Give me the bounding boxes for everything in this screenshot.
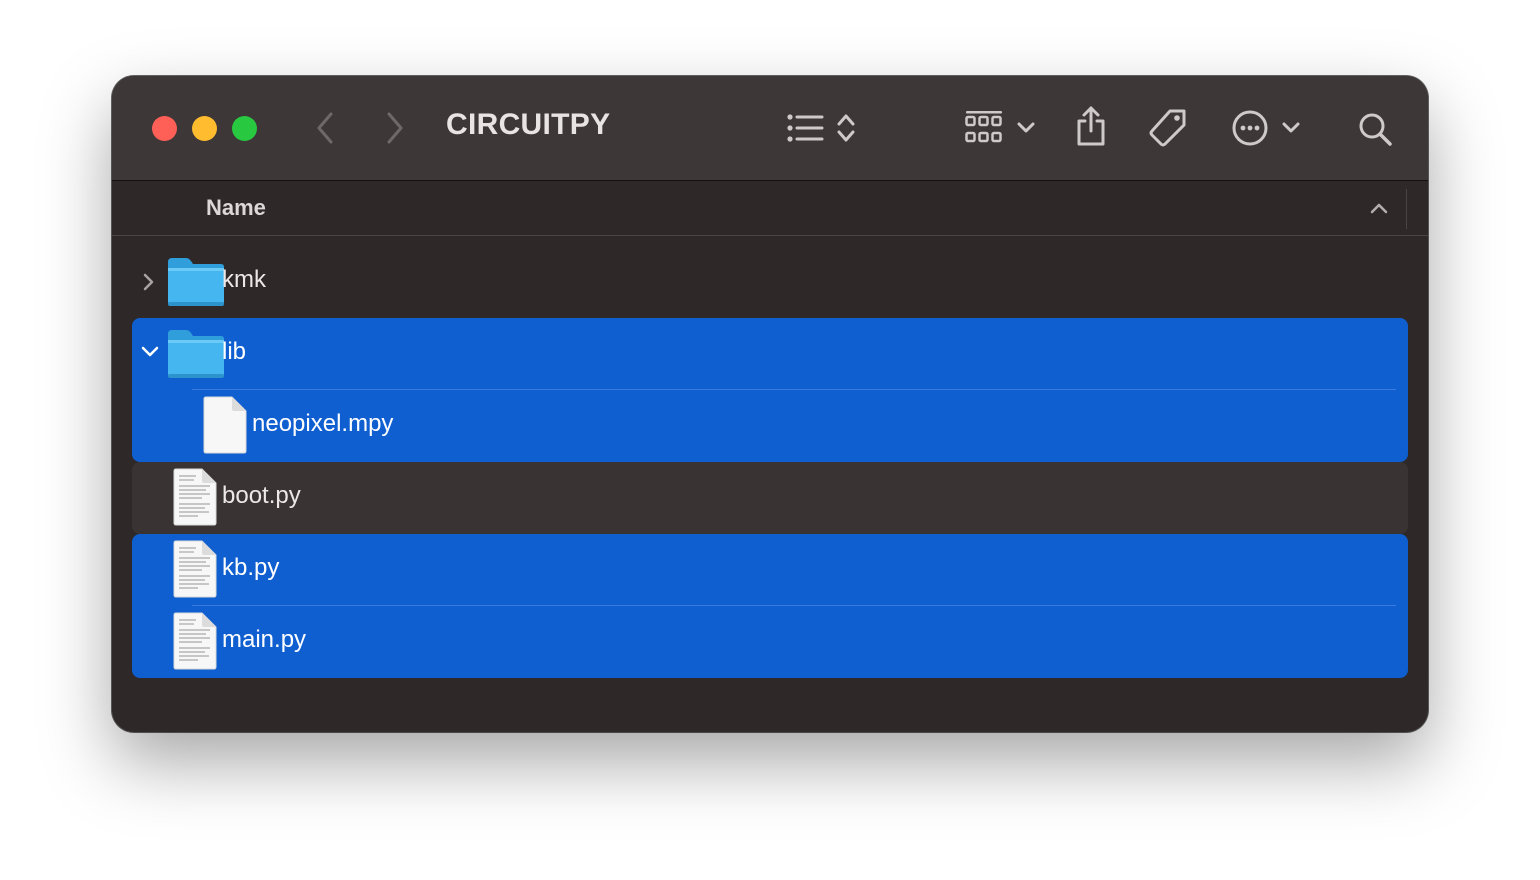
sort-stepper-icon	[837, 114, 855, 142]
document-icon	[202, 396, 248, 459]
share-icon	[1077, 106, 1105, 146]
chevron-down-icon	[1282, 122, 1300, 133]
search-icon	[1359, 113, 1392, 146]
folder-icon	[166, 328, 226, 385]
text-file-icon	[172, 540, 218, 603]
column-header[interactable]: Name	[112, 181, 1428, 236]
list-item-main[interactable]: main.py	[132, 606, 1408, 678]
column-divider[interactable]	[1406, 189, 1407, 229]
more-icon	[1232, 110, 1268, 146]
chevron-right-icon	[387, 112, 403, 144]
group-button[interactable]	[962, 108, 1038, 148]
search-button[interactable]	[1356, 110, 1394, 148]
minimize-window-button[interactable]	[192, 116, 217, 141]
sort-ascending-indicator[interactable]	[1370, 201, 1388, 219]
disclosure-triangle[interactable]	[140, 344, 160, 365]
back-button[interactable]	[310, 110, 340, 146]
text-file-icon	[172, 612, 218, 675]
list-item-kmk[interactable]: kmk	[132, 246, 1408, 318]
chevron-right-icon	[143, 273, 154, 291]
share-button[interactable]	[1072, 104, 1110, 148]
list-item-kb[interactable]: kb.py	[132, 534, 1408, 606]
close-window-button[interactable]	[152, 116, 177, 141]
chevron-up-icon	[1370, 203, 1388, 214]
list-view-icon	[787, 114, 824, 142]
chevron-down-icon	[141, 346, 159, 357]
list-item-boot[interactable]: boot.py	[132, 462, 1408, 534]
tag-button[interactable]	[1146, 106, 1190, 150]
tag-icon	[1149, 109, 1186, 147]
more-actions-button[interactable]	[1230, 108, 1302, 148]
zoom-window-button[interactable]	[232, 116, 257, 141]
disclosure-triangle[interactable]	[140, 272, 156, 297]
grid-group-icon	[965, 111, 1002, 143]
file-name: kmk	[222, 266, 266, 293]
file-name: kb.py	[222, 554, 280, 581]
file-name: neopixel.mpy	[252, 410, 394, 437]
chevron-left-icon	[317, 112, 333, 144]
chevron-down-icon	[1017, 122, 1035, 133]
list-item-neopixel[interactable]: neopixel.mpy	[132, 390, 1408, 462]
name-column-header[interactable]: Name	[206, 195, 266, 221]
toolbar: CIRCUITPY	[112, 76, 1428, 181]
view-mode-button[interactable]	[782, 110, 862, 146]
file-name: boot.py	[222, 482, 301, 509]
finder-window: CIRCUITPY Name kmk lib neopixel.mpy boot…	[112, 76, 1428, 732]
window-title: CIRCUITPY	[446, 108, 611, 141]
forward-button[interactable]	[380, 110, 410, 146]
folder-icon	[166, 256, 226, 313]
list-item-lib[interactable]: lib	[132, 318, 1408, 390]
text-file-icon	[172, 468, 218, 531]
file-name: lib	[222, 338, 247, 365]
file-name: main.py	[222, 626, 307, 653]
